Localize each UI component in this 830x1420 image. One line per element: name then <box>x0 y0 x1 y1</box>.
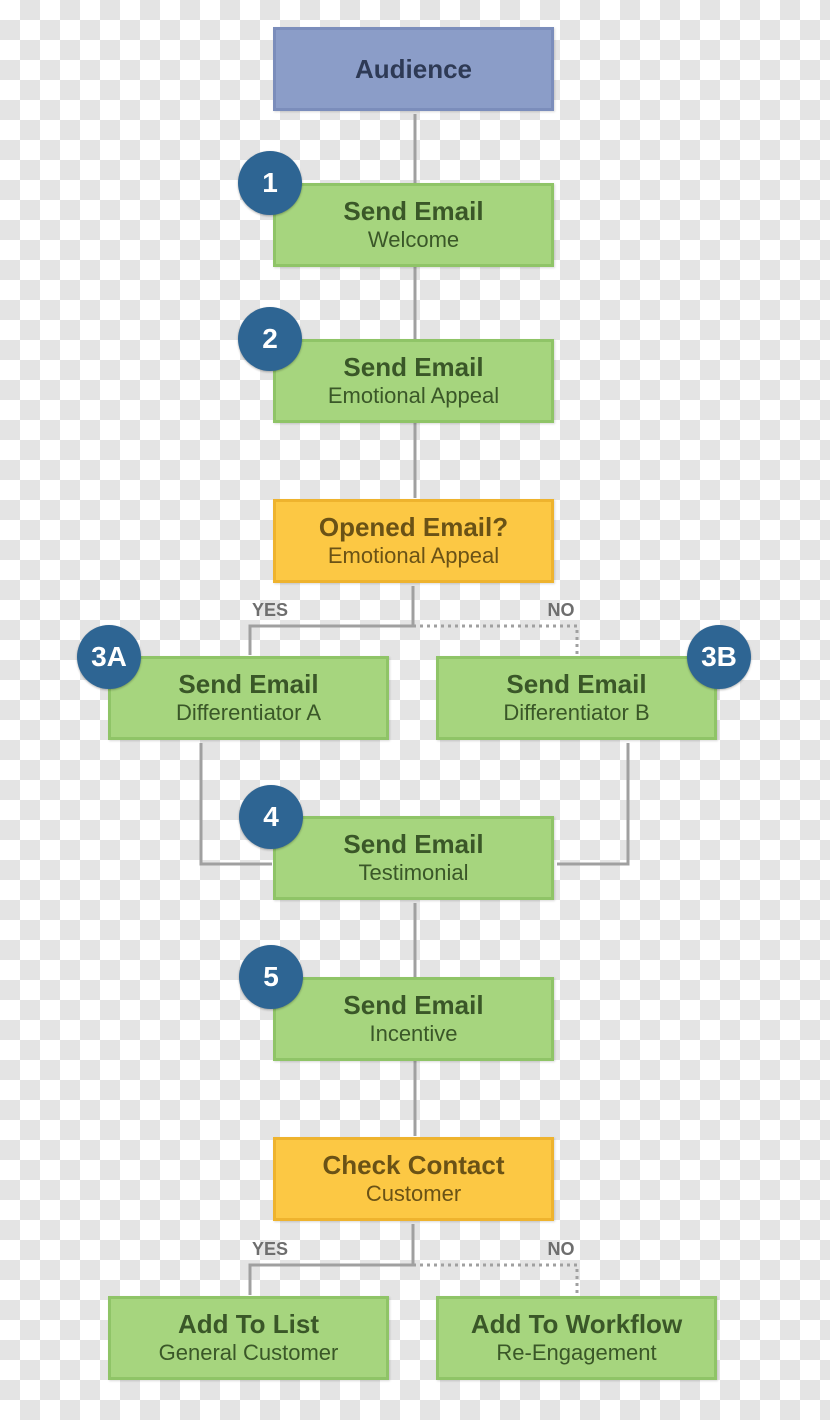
node-subtitle: Re-Engagement <box>496 1340 657 1365</box>
node-audience: Audience <box>273 27 554 111</box>
node-add-to-list: Add To List General Customer <box>108 1296 389 1380</box>
node-send-diff-a: Send Email Differentiator A <box>108 656 389 740</box>
node-send-testimonial: Send Email Testimonial <box>273 816 554 900</box>
node-subtitle: Incentive <box>369 1021 458 1046</box>
node-subtitle: Welcome <box>367 227 460 252</box>
node-subtitle: Differentiator B <box>503 700 650 725</box>
node-subtitle: General Customer <box>158 1340 339 1365</box>
node-subtitle: Testimonial <box>358 860 469 885</box>
node-subtitle: Emotional Appeal <box>327 543 500 568</box>
node-title: Add To List <box>177 1309 320 1339</box>
step-badge: 3B <box>687 625 751 689</box>
step-badge: 4 <box>239 785 303 849</box>
step-badge: 1 <box>238 151 302 215</box>
branch-yes-label: YES <box>251 600 289 620</box>
node-subtitle: Customer <box>365 1181 462 1206</box>
step-badge: 5 <box>239 945 303 1009</box>
node-subtitle: Emotional Appeal <box>327 383 500 408</box>
node-title: Audience <box>354 54 473 84</box>
merge-connector-b <box>557 743 630 866</box>
node-title: Check Contact <box>322 1150 505 1180</box>
no-connector <box>413 624 579 655</box>
node-add-to-workflow: Add To Workflow Re-Engagement <box>436 1296 717 1380</box>
node-title: Send Email <box>343 990 484 1020</box>
node-title: Send Email <box>178 669 319 699</box>
step-badge: 2 <box>238 307 302 371</box>
node-check-contact-decision: Check Contact Customer <box>273 1137 554 1221</box>
node-subtitle: Differentiator A <box>175 700 322 725</box>
node-send-diff-b: Send Email Differentiator B <box>436 656 717 740</box>
node-send-welcome: Send Email Welcome <box>273 183 554 267</box>
branch-no-label: NO <box>547 1239 575 1259</box>
node-send-incentive: Send Email Incentive <box>273 977 554 1061</box>
node-title: Send Email <box>506 669 647 699</box>
step-badge: 3A <box>77 625 141 689</box>
branch-no-label: NO <box>547 600 575 620</box>
node-title: Opened Email? <box>318 512 509 542</box>
node-title: Send Email <box>343 196 484 226</box>
branch-yes-label: YES <box>251 1239 289 1259</box>
node-title: Send Email <box>343 829 484 859</box>
node-opened-decision: Opened Email? Emotional Appeal <box>273 499 554 583</box>
node-title: Add To Workflow <box>470 1309 683 1339</box>
node-send-emotional: Send Email Emotional Appeal <box>273 339 554 423</box>
no-connector <box>413 1263 579 1295</box>
node-title: Send Email <box>343 352 484 382</box>
